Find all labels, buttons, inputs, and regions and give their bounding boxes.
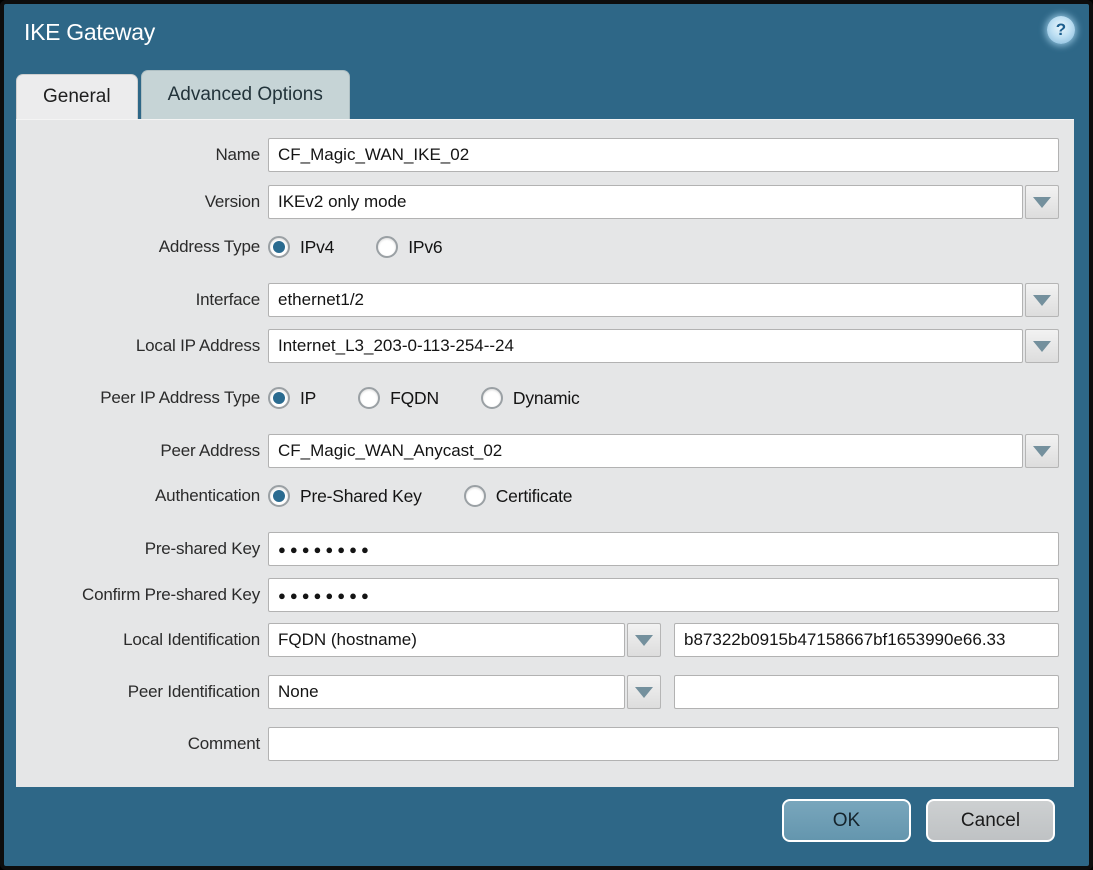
name-label: Name xyxy=(16,145,260,165)
radio-fqdn-label: FQDN xyxy=(390,388,439,409)
peer-identification-label: Peer Identification xyxy=(16,682,260,702)
name-row: Name xyxy=(16,138,1059,172)
preshared-key-input[interactable] xyxy=(268,532,1059,566)
version-dropdown-button[interactable] xyxy=(1025,185,1059,219)
local-identification-row: Local Identification FQDN (hostname) xyxy=(16,623,1059,657)
peer-address-label: Peer Address xyxy=(16,441,260,461)
version-select[interactable]: IKEv2 only mode xyxy=(268,185,1023,219)
radio-fqdn[interactable]: FQDN xyxy=(358,387,439,409)
radio-ipv6-circle[interactable] xyxy=(376,236,398,258)
radio-ip[interactable]: IP xyxy=(268,387,316,409)
peer-identification-value-input[interactable] xyxy=(674,675,1059,709)
radio-ip-label: IP xyxy=(300,388,316,409)
ok-button[interactable]: OK xyxy=(782,799,911,842)
interface-select[interactable]: ethernet1/2 xyxy=(268,283,1023,317)
radio-ipv4[interactable]: IPv4 xyxy=(268,236,334,258)
radio-certificate[interactable]: Certificate xyxy=(464,485,573,507)
local-ip-row: Local IP Address Internet_L3_203-0-113-2… xyxy=(16,329,1059,363)
local-ip-dropdown-button[interactable] xyxy=(1025,329,1059,363)
radio-pre-shared-key-circle[interactable] xyxy=(268,485,290,507)
help-icon[interactable]: ? xyxy=(1047,16,1075,44)
local-ip-select[interactable]: Internet_L3_203-0-113-254--24 xyxy=(268,329,1023,363)
dialog-title: IKE Gateway xyxy=(24,19,155,46)
local-identification-label: Local Identification xyxy=(16,630,260,650)
version-label: Version xyxy=(16,192,260,212)
radio-fqdn-circle[interactable] xyxy=(358,387,380,409)
confirm-preshared-key-input[interactable] xyxy=(268,578,1059,612)
chevron-down-icon xyxy=(1033,446,1051,457)
radio-pre-shared-key-label: Pre-Shared Key xyxy=(300,486,422,507)
cancel-button[interactable]: Cancel xyxy=(926,799,1055,842)
chevron-down-icon xyxy=(1033,341,1051,352)
radio-ip-circle[interactable] xyxy=(268,387,290,409)
peer-ip-type-label: Peer IP Address Type xyxy=(16,388,260,408)
local-ip-label: Local IP Address xyxy=(16,336,260,356)
title-bar: IKE Gateway ? xyxy=(4,4,1089,68)
radio-pre-shared-key[interactable]: Pre-Shared Key xyxy=(268,485,422,507)
local-identification-value-input[interactable] xyxy=(674,623,1059,657)
interface-label: Interface xyxy=(16,290,260,310)
peer-address-dropdown-button[interactable] xyxy=(1025,434,1059,468)
authentication-row: Authentication Pre-Shared Key Certificat… xyxy=(16,479,1059,513)
peer-identification-row: Peer Identification None xyxy=(16,675,1059,709)
peer-address-row: Peer Address CF_Magic_WAN_Anycast_02 xyxy=(16,434,1059,468)
radio-ipv4-label: IPv4 xyxy=(300,237,334,258)
peer-identification-dropdown-button[interactable] xyxy=(627,675,661,709)
preshared-key-row: Pre-shared Key xyxy=(16,532,1059,566)
address-type-radio-group: IPv4 IPv6 xyxy=(268,236,442,258)
radio-certificate-label: Certificate xyxy=(496,486,573,507)
general-tab-panel: Name Version IKEv2 only mode Address Typ… xyxy=(16,119,1074,787)
chevron-down-icon xyxy=(1033,295,1051,306)
authentication-radio-group: Pre-Shared Key Certificate xyxy=(268,485,572,507)
peer-identification-type-select[interactable]: None xyxy=(268,675,625,709)
comment-row: Comment xyxy=(16,727,1059,761)
chevron-down-icon xyxy=(635,635,653,646)
interface-row: Interface ethernet1/2 xyxy=(16,283,1059,317)
preshared-key-label: Pre-shared Key xyxy=(16,539,260,559)
address-type-row: Address Type IPv4 IPv6 xyxy=(16,230,1059,264)
name-input[interactable] xyxy=(268,138,1059,172)
footer-button-bar: OK Cancel xyxy=(782,799,1055,842)
local-identification-type-select[interactable]: FQDN (hostname) xyxy=(268,623,625,657)
interface-dropdown-button[interactable] xyxy=(1025,283,1059,317)
authentication-label: Authentication xyxy=(16,486,260,506)
peer-ip-type-radio-group: IP FQDN Dynamic xyxy=(268,387,580,409)
radio-dynamic-label: Dynamic xyxy=(513,388,580,409)
local-identification-dropdown-button[interactable] xyxy=(627,623,661,657)
radio-dynamic[interactable]: Dynamic xyxy=(481,387,580,409)
chevron-down-icon xyxy=(1033,197,1051,208)
version-row: Version IKEv2 only mode xyxy=(16,185,1059,219)
tab-bar: General Advanced Options xyxy=(16,70,350,119)
tab-general[interactable]: General xyxy=(16,74,138,119)
comment-label: Comment xyxy=(16,734,260,754)
tab-advanced-options[interactable]: Advanced Options xyxy=(141,70,350,119)
peer-ip-type-row: Peer IP Address Type IP FQDN Dynamic xyxy=(16,381,1059,415)
chevron-down-icon xyxy=(635,687,653,698)
ike-gateway-dialog: IKE Gateway ? General Advanced Options N… xyxy=(0,0,1093,870)
confirm-preshared-key-label: Confirm Pre-shared Key xyxy=(16,585,260,605)
radio-ipv4-circle[interactable] xyxy=(268,236,290,258)
radio-dynamic-circle[interactable] xyxy=(481,387,503,409)
confirm-preshared-key-row: Confirm Pre-shared Key xyxy=(16,578,1059,612)
peer-address-select[interactable]: CF_Magic_WAN_Anycast_02 xyxy=(268,434,1023,468)
radio-certificate-circle[interactable] xyxy=(464,485,486,507)
comment-input[interactable] xyxy=(268,727,1059,761)
radio-ipv6[interactable]: IPv6 xyxy=(376,236,442,258)
address-type-label: Address Type xyxy=(16,237,260,257)
radio-ipv6-label: IPv6 xyxy=(408,237,442,258)
